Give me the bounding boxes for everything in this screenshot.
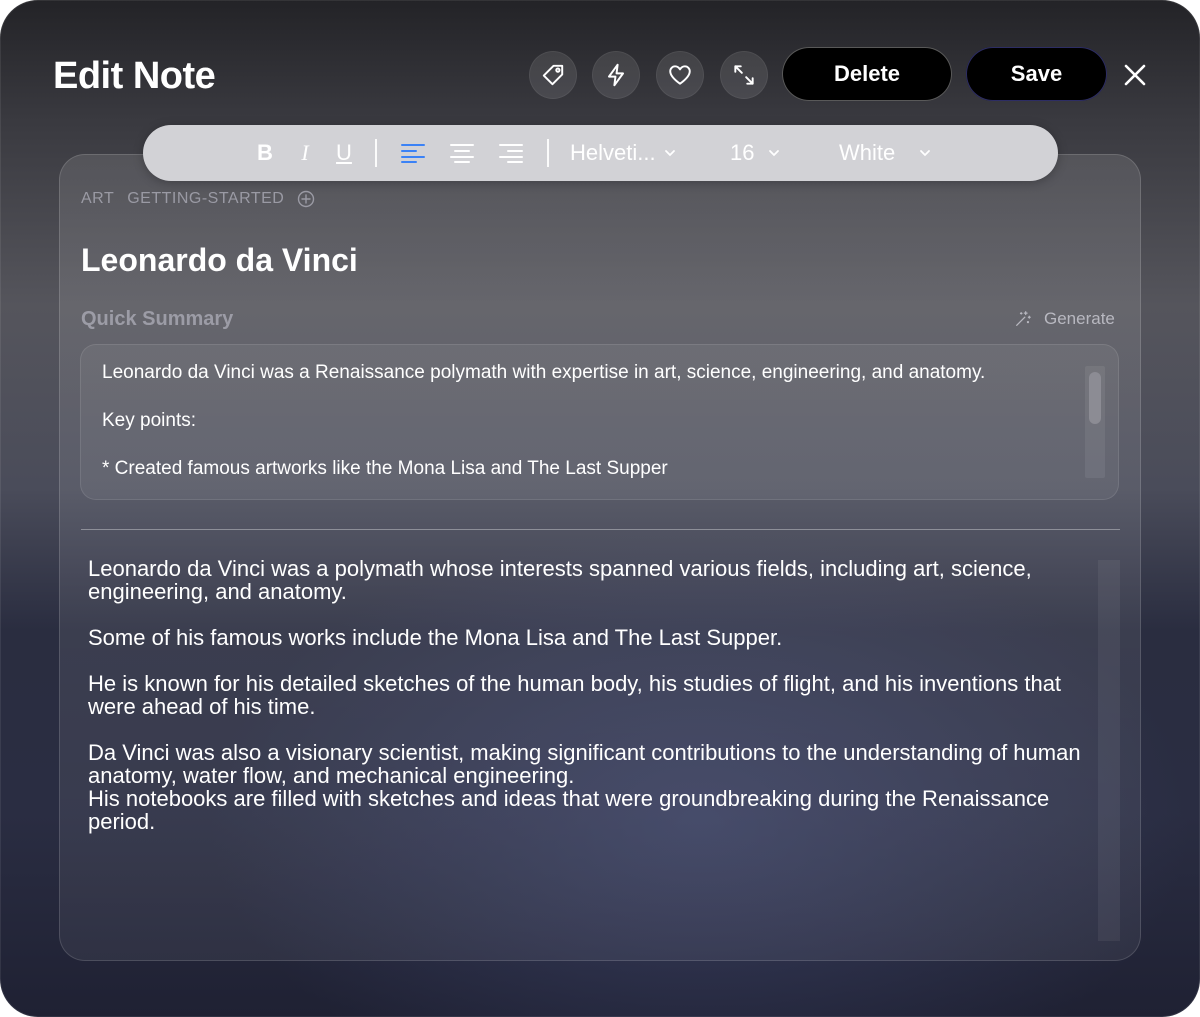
generate-label: Generate	[1044, 309, 1115, 328]
formatting-toolbar: B I U Helveti... 16 White	[143, 125, 1058, 181]
font-family-select[interactable]: Helveti...	[570, 125, 680, 181]
quick-summary-box[interactable]: Leonardo da Vinci was a Renaissance poly…	[80, 344, 1119, 500]
chevron-down-icon	[769, 150, 780, 157]
chevron-down-icon	[920, 150, 931, 157]
chevron-down-icon	[664, 150, 675, 157]
tag-chip[interactable]: GETTING-STARTED	[127, 190, 284, 208]
heart-icon	[669, 65, 691, 85]
quick-summary-text[interactable]: Leonardo da Vinci was a Renaissance poly…	[102, 361, 1072, 481]
section-divider	[81, 529, 1120, 530]
page-title: Edit Note	[53, 55, 216, 97]
body-scrollbar-track[interactable]	[1098, 560, 1120, 941]
tag-list: ART GETTING-STARTED	[81, 190, 315, 208]
tag-chip[interactable]: ART	[81, 190, 114, 208]
expand-icon	[734, 65, 754, 85]
tag-button[interactable]	[529, 51, 577, 99]
italic-button[interactable]: I	[293, 125, 317, 181]
bolt-button[interactable]	[592, 51, 640, 99]
align-center-icon	[450, 144, 474, 163]
toolbar-divider	[375, 139, 377, 167]
generate-button[interactable]: Generate	[1014, 309, 1115, 329]
bolt-icon	[607, 63, 625, 87]
summary-scrollbar-thumb[interactable]	[1089, 372, 1101, 424]
text-color-select[interactable]: White	[839, 125, 949, 181]
underline-button[interactable]: U	[332, 125, 356, 181]
quick-summary-label: Quick Summary	[81, 308, 234, 330]
font-size-select[interactable]: 16	[730, 125, 790, 181]
save-button[interactable]: Save	[966, 47, 1107, 101]
font-size-value: 16	[730, 140, 755, 165]
delete-button[interactable]: Delete	[782, 47, 952, 101]
align-right-button[interactable]	[496, 125, 526, 181]
text-color-value: White	[839, 140, 896, 165]
add-tag-icon[interactable]	[297, 190, 315, 208]
align-center-button[interactable]	[447, 125, 477, 181]
note-title[interactable]: Leonardo da Vinci	[81, 240, 358, 280]
favorite-button[interactable]	[656, 51, 704, 99]
font-family-value: Helveti...	[570, 140, 656, 165]
expand-button[interactable]	[720, 51, 768, 99]
tag-icon	[542, 64, 564, 86]
edit-note-window: Edit Note Delete Save B I U Helveti... 1…	[0, 0, 1200, 1017]
toolbar-divider	[547, 139, 549, 167]
align-right-icon	[499, 144, 523, 163]
bold-button[interactable]: B	[253, 125, 277, 181]
close-icon[interactable]	[1118, 58, 1152, 92]
align-left-button[interactable]	[398, 125, 428, 181]
magic-wand-icon	[1016, 311, 1031, 326]
note-body-editor[interactable]: Leonardo da Vinci was a polymath whose i…	[88, 557, 1098, 833]
align-left-icon	[401, 144, 425, 163]
